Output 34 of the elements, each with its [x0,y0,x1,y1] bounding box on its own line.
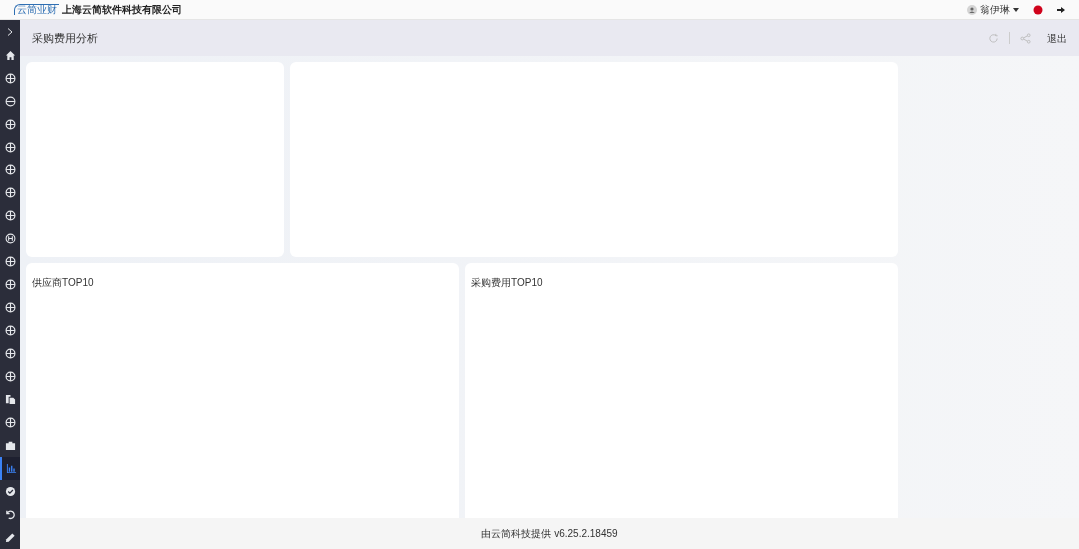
undo-icon [4,509,16,520]
globe-icon [4,348,16,360]
globe-icon [4,210,16,222]
globe-icon [4,302,16,314]
footer-text: 由云简科技提供 v6.25.2.18459 [481,527,618,541]
exit-button[interactable]: 退出 [1047,30,1067,46]
caret-icon [1013,7,1019,12]
bar-chart-icon [5,463,17,475]
pencil-icon [4,532,16,543]
globe-icon [4,164,16,176]
card-title: 供应商TOP10 [32,277,94,288]
copy-icon [4,394,16,406]
arrow-right-icon[interactable] [1057,5,1065,14]
globe-icon [4,325,16,337]
chevron-right-icon [7,27,13,36]
globe-icon [4,118,16,130]
page-title: 采购费用分析 [32,30,98,46]
company-logo: 云简业财 [14,4,59,15]
minus-circle-icon [4,95,16,107]
globe-icon [4,279,16,291]
globe-icon [4,141,16,153]
letter-circle-icon [4,233,16,245]
globe-icon [4,417,16,429]
globe-icon [4,72,16,84]
company-name: 上海云简软件科技有限公司 [62,3,182,17]
check-circle-icon [4,486,16,498]
globe-icon [4,371,16,383]
avatar-icon [967,4,977,15]
card-title: 采购费用TOP10 [471,277,543,288]
globe-icon [4,256,16,268]
home-icon [4,49,16,61]
user-menu[interactable]: 翁伊琳 [967,2,1019,17]
globe-icon [4,187,16,199]
briefcase-icon [4,440,16,452]
